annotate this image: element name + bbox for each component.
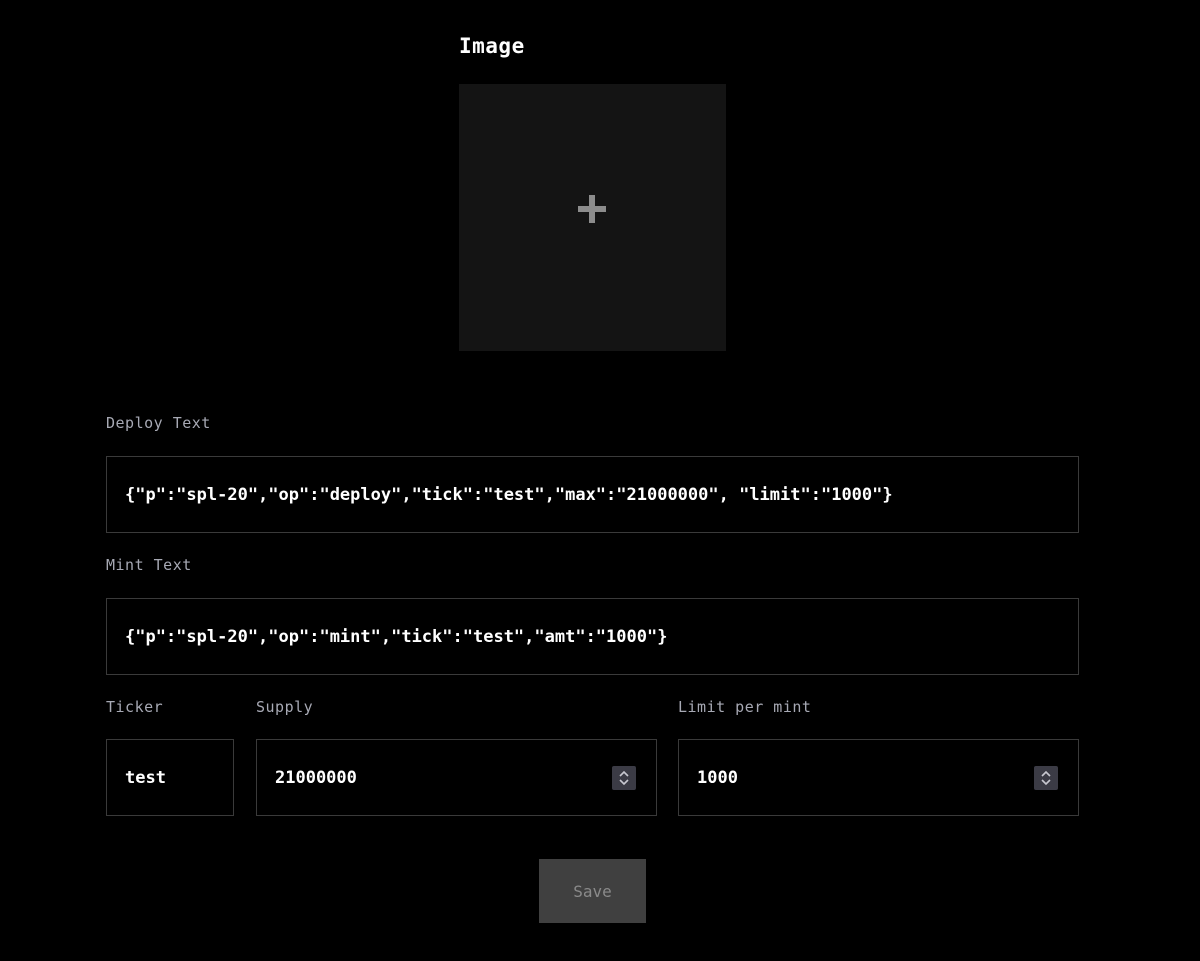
mint-text-field[interactable]: {"p":"spl-20","op":"mint","tick":"test",… xyxy=(106,598,1079,675)
save-button[interactable]: Save xyxy=(539,859,646,923)
deploy-text-label: Deploy Text xyxy=(106,414,211,432)
supply-value: 21000000 xyxy=(275,767,357,788)
supply-input[interactable]: 21000000 xyxy=(256,739,657,816)
limit-stepper-icon[interactable] xyxy=(1034,766,1058,790)
deploy-text-field[interactable]: {"p":"spl-20","op":"deploy","tick":"test… xyxy=(106,456,1079,533)
deploy-text-value: {"p":"spl-20","op":"deploy","tick":"test… xyxy=(125,484,893,505)
ticker-label: Ticker xyxy=(106,698,164,716)
mint-text-label: Mint Text xyxy=(106,556,192,574)
limit-label: Limit per mint xyxy=(678,698,812,716)
plus-icon xyxy=(576,193,608,225)
create-token-form: Image Deploy Text {"p":"spl-20","op":"de… xyxy=(0,0,1200,961)
supply-label: Supply xyxy=(256,698,314,716)
ticker-value: test xyxy=(125,767,166,788)
ticker-input[interactable]: test xyxy=(106,739,234,816)
image-section-title: Image xyxy=(459,34,525,58)
image-upload-area[interactable] xyxy=(459,84,726,351)
supply-stepper-icon[interactable] xyxy=(612,766,636,790)
limit-value: 1000 xyxy=(697,767,738,788)
limit-input[interactable]: 1000 xyxy=(678,739,1079,816)
mint-text-value: {"p":"spl-20","op":"mint","tick":"test",… xyxy=(125,626,668,647)
